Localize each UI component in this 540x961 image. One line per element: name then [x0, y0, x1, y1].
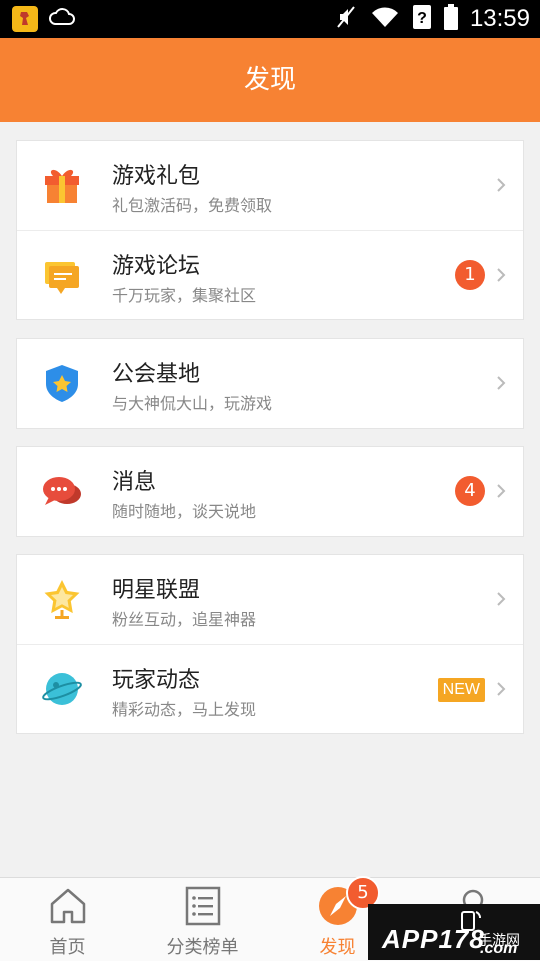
guild-shield-icon — [41, 362, 83, 404]
status-time: 13:59 — [469, 5, 530, 32]
row-player-feed[interactable]: 玩家动态 精彩动态，马上发现 NEW — [17, 644, 523, 733]
star-trophy-icon — [41, 578, 83, 620]
chevron-right-icon — [493, 267, 509, 283]
chevron-right-icon — [493, 591, 509, 607]
header-bar: 发现 — [0, 38, 540, 122]
tab-home[interactable]: 首页 — [0, 878, 135, 961]
row-subtitle: 精彩动态，马上发现 — [112, 700, 257, 719]
row-title: 明星联盟 — [112, 578, 201, 603]
row-subtitle: 与大神侃大山，玩游戏 — [112, 394, 273, 413]
row-game-forum[interactable]: 游戏论坛 千万玩家，集聚社区 1 — [17, 230, 523, 319]
chevron-right-icon — [493, 681, 509, 697]
list-icon — [183, 886, 223, 930]
chevron-right-icon — [493, 177, 509, 193]
mute-icon — [334, 5, 358, 33]
section-card: 明星联盟 粉丝互动，追星神器 玩家动态 精彩动态，马上发现 NEW — [16, 554, 524, 734]
row-title: 公会基地 — [112, 362, 201, 387]
tab-label: 分类榜单 — [166, 937, 239, 958]
row-subtitle: 礼包激活码，免费领取 — [112, 196, 273, 215]
chevron-right-icon — [493, 375, 509, 391]
cloud-icon — [48, 7, 76, 31]
row-subtitle: 随时随地，谈天说地 — [112, 502, 257, 521]
section-card: 游戏礼包 礼包激活码，免费领取 游戏论坛 千万玩家，集聚社区 1 — [16, 140, 524, 320]
section-card: 公会基地 与大神侃大山，玩游戏 — [16, 338, 524, 429]
row-title: 玩家动态 — [112, 668, 201, 693]
row-messages[interactable]: 消息 随时随地，谈天说地 4 — [17, 447, 523, 536]
tab-category-rank[interactable]: 分类榜单 — [135, 878, 270, 961]
wifi-icon — [370, 5, 400, 33]
watermark: APP178 手游网 .com — [368, 904, 540, 960]
status-bar: ? 13:59 — [0, 0, 540, 38]
row-title: 消息 — [112, 470, 157, 495]
battery-icon — [443, 4, 458, 34]
message-bubble-icon — [41, 470, 83, 512]
gift-icon — [41, 164, 83, 206]
page-title: 发现 — [243, 65, 296, 95]
home-icon — [48, 886, 88, 930]
row-subtitle: 粉丝互动，追星神器 — [112, 610, 257, 629]
row-star-alliance[interactable]: 明星联盟 粉丝互动，追星神器 — [17, 555, 523, 644]
signal-unknown-icon: ? — [412, 4, 432, 34]
watermark-text: APP178 — [382, 924, 485, 954]
row-title: 游戏礼包 — [112, 164, 201, 189]
row-subtitle: 千万玩家，集聚社区 — [112, 286, 257, 305]
chevron-right-icon — [493, 483, 509, 499]
unread-badge: 1 — [455, 260, 485, 290]
row-guild-base[interactable]: 公会基地 与大神侃大山，玩游戏 — [17, 339, 523, 428]
forum-icon — [41, 254, 83, 296]
watermark-domain: .com — [480, 940, 518, 957]
unread-badge: 4 — [455, 476, 485, 506]
new-tag: NEW — [437, 678, 485, 702]
svg-text:?: ? — [417, 10, 427, 27]
app-notification-icon — [12, 6, 38, 32]
tab-label: 首页 — [49, 937, 86, 958]
row-title: 游戏论坛 — [112, 254, 201, 279]
row-game-gift[interactable]: 游戏礼包 礼包激活码，免费领取 — [17, 141, 523, 230]
section-card: 消息 随时随地，谈天说地 4 — [16, 446, 524, 537]
planet-icon — [41, 668, 83, 710]
